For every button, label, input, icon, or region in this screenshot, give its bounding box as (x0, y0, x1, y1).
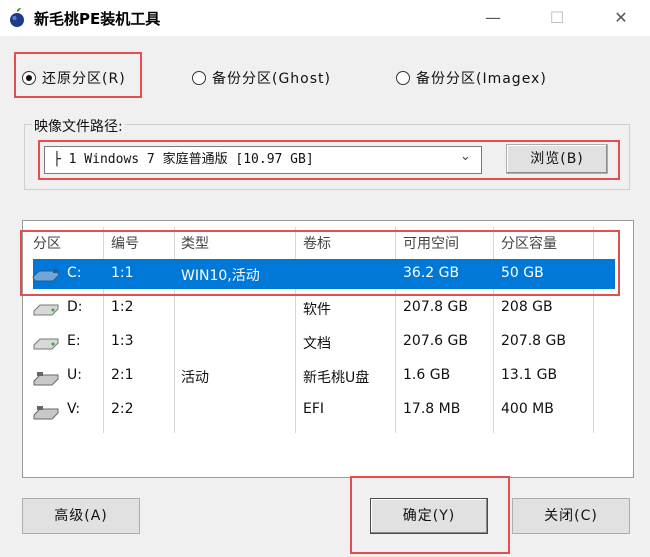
title-bar: 新毛桃PE装机工具 — ☐ ✕ (0, 0, 650, 36)
cell-number: 1:1 (111, 265, 134, 281)
cell-free-space: 36.2 GB (403, 265, 460, 281)
cell-volume-label: 文档 (303, 336, 331, 352)
cell-drive: E: (67, 333, 81, 349)
close-window-button[interactable]: ✕ (598, 0, 644, 36)
advanced-button[interactable]: 高级(A) (22, 498, 140, 534)
window-title: 新毛桃PE装机工具 (34, 10, 161, 28)
column-header-capacity[interactable]: 分区容量 (501, 233, 557, 253)
radio-restore-partition[interactable]: 还原分区(R) (22, 68, 126, 88)
cell-number: 2:2 (111, 401, 134, 417)
peach-logo-icon (10, 8, 24, 27)
cell-drive: C: (67, 265, 82, 281)
cell-number: 1:2 (111, 299, 134, 315)
column-header-free-space[interactable]: 可用空间 (403, 233, 459, 253)
cell-capacity: 400 MB (501, 401, 554, 417)
column-header-type[interactable]: 类型 (181, 233, 209, 253)
maximize-button[interactable]: ☐ (534, 0, 580, 36)
column-divider (395, 227, 396, 433)
cell-drive: U: (67, 367, 82, 383)
cell-capacity: 207.8 GB (501, 333, 566, 349)
hard-drive-icon (33, 304, 59, 316)
radio-backup-imagex-label: 备份分区(Imagex) (416, 71, 547, 87)
cell-free-space: 207.8 GB (403, 299, 468, 315)
column-header-partition[interactable]: 分区 (33, 233, 61, 253)
radio-backup-imagex[interactable]: 备份分区(Imagex) (396, 68, 547, 88)
image-path-label: 映像文件路径: (32, 116, 125, 136)
cell-type: 活动 (181, 370, 209, 386)
column-divider (174, 227, 175, 433)
radio-backup-ghost[interactable]: 备份分区(Ghost) (192, 68, 331, 88)
cell-free-space: 17.8 MB (403, 401, 461, 417)
usb-drive-icon (32, 269, 60, 282)
minimize-button[interactable]: — (470, 0, 516, 36)
column-divider (295, 227, 296, 433)
radio-button-icon[interactable] (396, 71, 410, 85)
image-path-select[interactable]: ├ 1 Windows 7 家庭普通版 [10.97 GB] (44, 146, 482, 174)
usb-drive-icon (33, 406, 59, 420)
cell-capacity: 50 GB (501, 265, 544, 281)
cell-number: 2:1 (111, 367, 134, 383)
cell-capacity: 208 GB (501, 299, 553, 315)
cell-free-space: 1.6 GB (403, 367, 451, 383)
cell-free-space: 207.6 GB (403, 333, 468, 349)
cell-volume-label: 软件 (303, 302, 331, 318)
hard-drive-icon (33, 338, 59, 350)
column-header-number[interactable]: 编号 (111, 233, 139, 253)
radio-backup-ghost-label: 备份分区(Ghost) (212, 71, 331, 87)
usb-drive-icon (33, 372, 59, 386)
column-divider (103, 227, 104, 433)
column-header-volume-label[interactable]: 卷标 (303, 233, 331, 253)
close-button[interactable]: 关闭(C) (512, 498, 630, 534)
chevron-down-icon[interactable]: ⌄ (460, 149, 471, 164)
radio-button-icon[interactable] (192, 71, 206, 85)
column-divider (493, 227, 494, 433)
cell-capacity: 13.1 GB (501, 367, 558, 383)
cell-drive: D: (67, 299, 83, 315)
cell-number: 1:3 (111, 333, 134, 349)
cell-volume-label: EFI (303, 401, 325, 417)
cell-volume-label: 新毛桃U盘 (303, 370, 370, 386)
radio-button-icon[interactable] (22, 71, 36, 85)
confirm-button[interactable]: 确定(Y) (370, 498, 488, 534)
column-divider (593, 227, 594, 433)
cell-drive: V: (67, 401, 81, 417)
radio-restore-label: 还原分区(R) (42, 71, 126, 87)
browse-button[interactable]: 浏览(B) (506, 144, 608, 174)
cell-type: WIN10,活动 (181, 268, 260, 284)
partition-table: 分区 编号 类型 卷标 可用空间 分区容量 C: 1:1 WIN10,活动 36… (22, 220, 634, 478)
